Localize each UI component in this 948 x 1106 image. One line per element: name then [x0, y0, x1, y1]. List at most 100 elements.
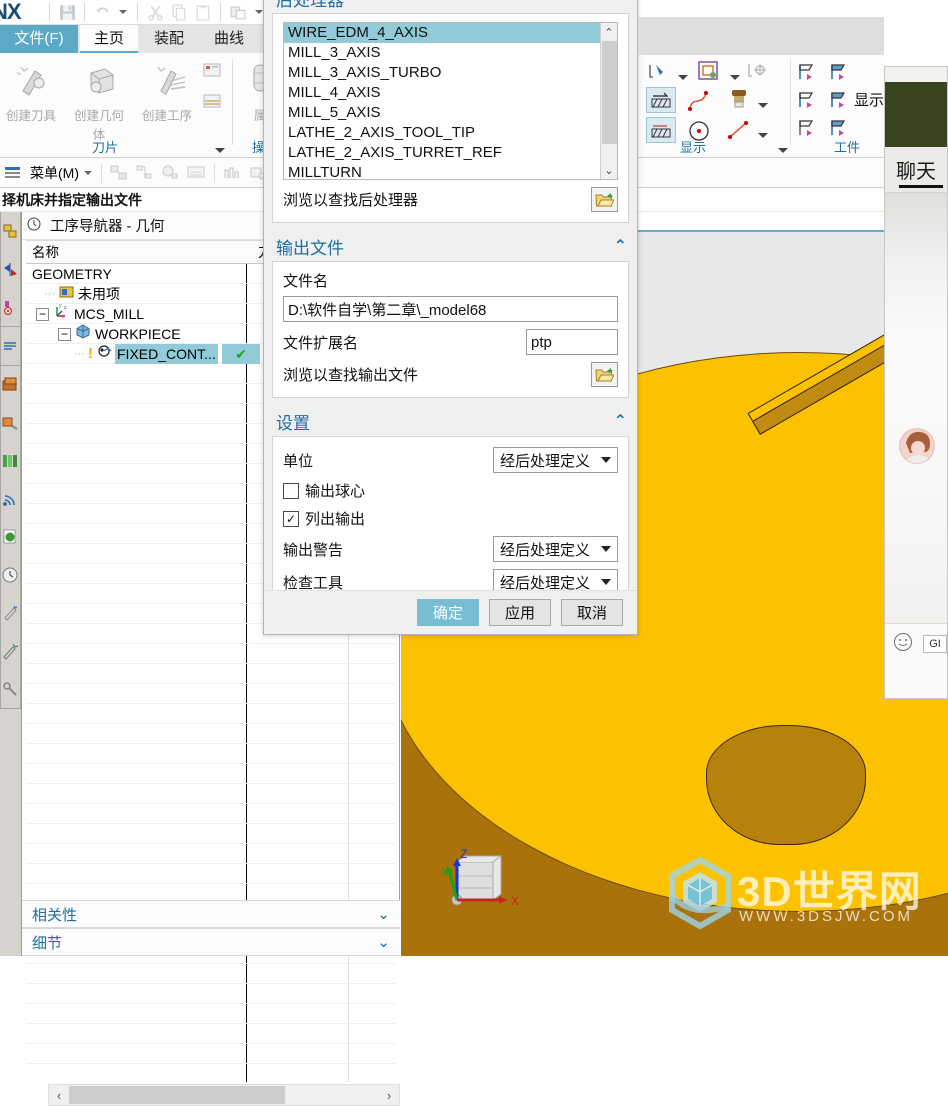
display-tool-shape[interactable]	[726, 87, 752, 116]
scroll-left-icon[interactable]: ‹	[49, 1088, 69, 1103]
table-row[interactable]	[26, 804, 396, 824]
table-row[interactable]	[26, 824, 396, 844]
avatar[interactable]	[899, 428, 935, 464]
list-item[interactable]: MILL_5_AXIS	[284, 103, 617, 123]
create-tool-button[interactable]: 创建刀具	[0, 57, 62, 124]
table-row[interactable]	[26, 1064, 396, 1082]
paste-special-icon[interactable]	[226, 2, 250, 22]
constraint-navigator-icon[interactable]	[1, 250, 20, 288]
menu-dropdown-icon[interactable]	[84, 170, 92, 175]
tool-shape-dropdown-icon[interactable]	[758, 103, 768, 108]
display-tool-3[interactable]	[746, 61, 768, 84]
machine-tool-button[interactable]	[196, 91, 230, 118]
browse-output-button[interactable]	[591, 362, 618, 387]
list-item[interactable]: MILL_4_AXIS	[284, 83, 617, 103]
web-browser-icon[interactable]	[1, 404, 20, 442]
display-tool-2[interactable]	[696, 59, 722, 86]
machine-tool-view-icon[interactable]	[132, 161, 158, 185]
table-row[interactable]	[26, 1044, 396, 1064]
chevron-down-icon[interactable]	[601, 457, 611, 463]
list-item[interactable]: LATHE_2_AXIS_TURRET_REF	[284, 143, 617, 163]
chevron-down-icon[interactable]	[601, 546, 611, 552]
reuse-library-icon[interactable]	[1, 327, 20, 365]
hd3d-tools-icon[interactable]	[1, 366, 20, 404]
scroll-down-icon[interactable]: ⌄	[601, 161, 617, 179]
history-clock-icon[interactable]	[1, 556, 20, 594]
broadcast-icon[interactable]	[1, 480, 20, 518]
tab-home[interactable]: 主页	[80, 25, 138, 53]
section-header-output-file[interactable]: 输出文件 ⌃	[264, 231, 637, 261]
tab-curve[interactable]: 曲线	[200, 25, 258, 53]
tool-list-button[interactable]	[196, 61, 230, 88]
generate-toolpath-icon[interactable]	[219, 161, 245, 185]
scrollbar-thumb[interactable]	[602, 41, 617, 144]
section-header-settings[interactable]: 设置 ⌃	[264, 406, 637, 436]
workpiece-tool-2[interactable]	[828, 61, 852, 86]
apply-button[interactable]: 应用	[489, 599, 551, 626]
chevron-down-icon[interactable]	[601, 579, 611, 585]
manufacturing-wizard-icon[interactable]	[1, 632, 20, 670]
scroll-right-icon[interactable]: ›	[379, 1088, 399, 1103]
workpiece-tool-4[interactable]	[828, 89, 852, 114]
navigator-horizontal-scrollbar[interactable]: ‹ ›	[48, 1084, 400, 1106]
paste-icon[interactable]	[191, 2, 215, 22]
unit-combobox[interactable]: 经后处理定义	[493, 447, 618, 473]
paste-dropdown-icon[interactable]	[255, 10, 263, 14]
tree-expander-icon[interactable]: −	[58, 327, 71, 341]
navigator-pin-icon[interactable]	[26, 216, 42, 235]
chat-titlebar[interactable]	[885, 67, 947, 82]
chevron-up-icon[interactable]: ⌃	[614, 0, 627, 8]
listbox-scrollbar[interactable]: ⌃ ⌄	[600, 23, 617, 179]
new-feature-icon[interactable]	[1, 594, 20, 632]
table-row[interactable]	[26, 864, 396, 884]
machine-icon[interactable]	[1, 670, 20, 708]
chevron-up-icon[interactable]: ⌃	[614, 236, 627, 256]
internet-explorer-icon[interactable]	[1, 518, 20, 556]
list-item[interactable]: MILL_3_AXIS_TURBO	[284, 63, 617, 83]
output-ball-center-row[interactable]: 输出球心	[283, 480, 618, 501]
save-icon[interactable]	[55, 2, 79, 22]
menu-button[interactable]: 菜单(M)	[30, 163, 97, 183]
table-row[interactable]	[26, 744, 396, 764]
ribbon-group-insert-expand-icon[interactable]	[215, 148, 225, 153]
chat-panel[interactable]: 聊天 GI	[884, 66, 948, 699]
chevron-down-icon[interactable]: ⌄	[377, 933, 390, 951]
section-details[interactable]: 细节 ⌄	[22, 928, 400, 956]
display-tool-2-dropdown-icon[interactable]	[730, 75, 740, 80]
machining-method-view-icon[interactable]	[184, 161, 210, 185]
smiley-icon[interactable]	[893, 632, 913, 655]
tree-expander-icon[interactable]: −	[36, 307, 49, 321]
list-item[interactable]: WIRE_EDM_4_AXIS	[284, 23, 617, 43]
filename-input[interactable]	[283, 296, 618, 322]
table-row[interactable]	[26, 1004, 396, 1024]
cut-icon[interactable]	[143, 2, 167, 22]
list-output-row[interactable]: ✓ 列出输出	[283, 508, 618, 529]
line-dropdown-icon[interactable]	[758, 133, 768, 138]
table-row[interactable]	[26, 964, 396, 984]
table-row[interactable]	[26, 684, 396, 704]
workpiece-tool-1[interactable]	[796, 61, 820, 86]
chat-input-area[interactable]	[885, 663, 947, 698]
table-row[interactable]	[26, 844, 396, 864]
postprocessor-listbox[interactable]: WIRE_EDM_4_AXIS MILL_3_AXIS MILL_3_AXIS_…	[283, 22, 618, 180]
undo-dropdown-icon[interactable]	[119, 10, 127, 14]
tab-file[interactable]: 文件(F)	[0, 25, 78, 53]
table-row[interactable]	[26, 724, 396, 744]
assembly-navigator-icon[interactable]	[1, 212, 20, 250]
browse-postprocessor-button[interactable]	[591, 187, 618, 212]
list-item[interactable]: MILLTURN	[284, 163, 617, 179]
table-row[interactable]	[26, 1024, 396, 1044]
display-spline[interactable]	[686, 89, 712, 116]
display-hatch-1[interactable]	[646, 87, 676, 113]
ok-button[interactable]: 确定	[417, 599, 479, 626]
list-output-checkbox[interactable]: ✓	[283, 510, 299, 527]
scrollbar-thumb[interactable]	[69, 1086, 285, 1104]
section-dependencies[interactable]: 相关性 ⌄	[22, 900, 400, 928]
warning-combobox[interactable]: 经后处理定义	[493, 536, 618, 562]
create-geometry-button[interactable]: 创建几何体	[68, 57, 130, 143]
output-ball-center-checkbox[interactable]	[283, 482, 299, 499]
cancel-button[interactable]: 取消	[561, 599, 623, 626]
display-tool-1[interactable]	[646, 61, 670, 86]
tab-assembly[interactable]: 装配	[140, 25, 198, 53]
section-header-postprocessor[interactable]: 后处理器 ⌃	[264, 0, 637, 13]
